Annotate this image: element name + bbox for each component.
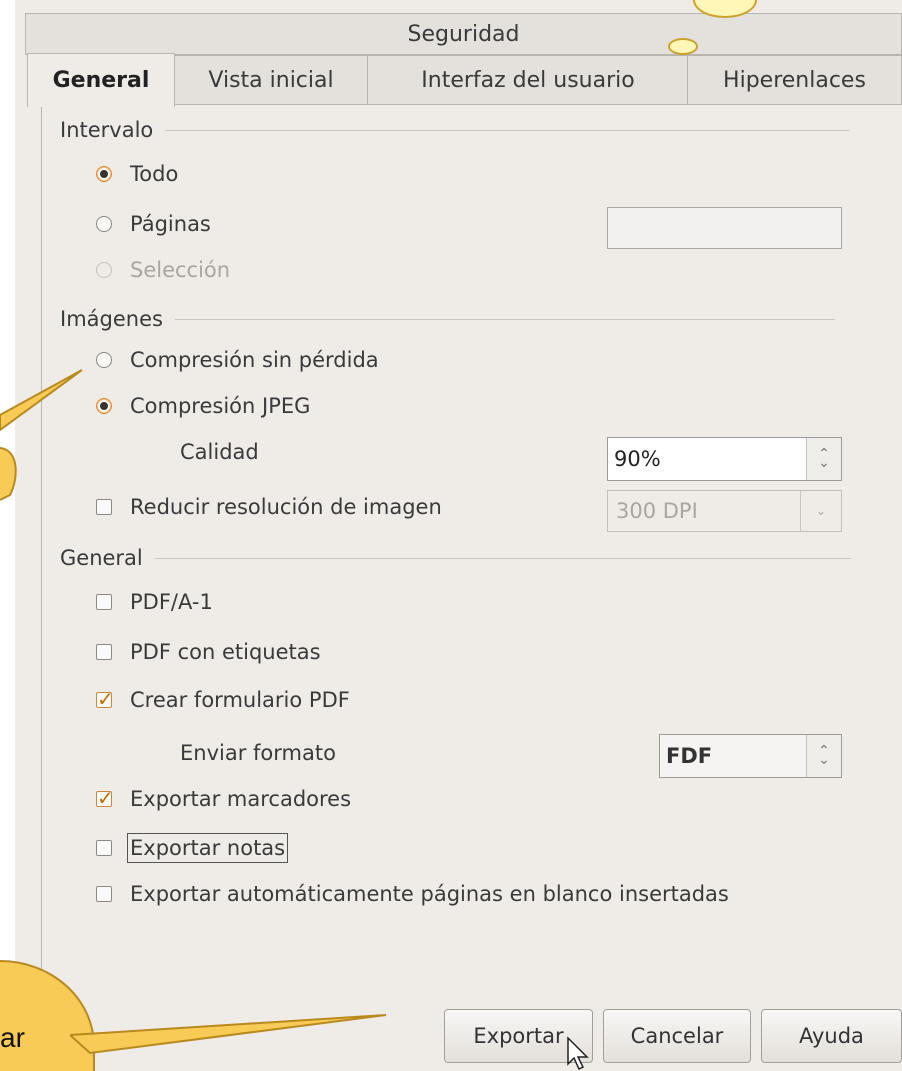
tab-general[interactable]: General xyxy=(27,53,175,107)
ayuda-label: Ayuda xyxy=(799,1024,864,1048)
pdf-options-dialog: Seguridad General Vista inicial Interfaz… xyxy=(15,0,902,1071)
tab-seguridad[interactable]: Seguridad xyxy=(25,13,902,55)
callout-jpeg-pointer xyxy=(0,369,83,501)
divider xyxy=(154,557,851,559)
etiquetas-label: PDF con etiquetas xyxy=(130,640,321,664)
radio-seleccion[interactable]: Selección xyxy=(96,258,230,282)
checkbox-off-icon xyxy=(96,644,112,660)
calidad-spinbox[interactable]: 90% ⌃ ⌄ xyxy=(607,437,842,481)
pdfa-label: PDF/A-1 xyxy=(130,590,213,614)
checkbox-pdfa[interactable]: PDF/A-1 xyxy=(96,590,213,614)
checkbox-off-icon xyxy=(96,840,112,856)
calidad-label: Calidad xyxy=(180,440,259,464)
enviar-label-text: Enviar formato xyxy=(180,741,336,765)
enviar-value: FDF xyxy=(666,744,713,768)
checkbox-reducir-resolucion[interactable]: Reducir resolución de imagen xyxy=(96,495,442,519)
ayuda-button[interactable]: Ayuda xyxy=(761,1009,902,1063)
enviar-formato-select[interactable]: FDF ⌃ ⌄ xyxy=(659,734,842,778)
radio-paginas-label: Páginas xyxy=(130,212,211,236)
radio-todo[interactable]: Todo xyxy=(96,162,178,186)
checkbox-crear-formulario[interactable]: Crear formulario PDF xyxy=(96,687,350,712)
radio-paginas[interactable]: Páginas xyxy=(96,212,211,236)
section-general: General xyxy=(60,546,851,570)
checkbox-exportar-marcadores[interactable]: Exportar marcadores xyxy=(96,786,352,811)
radio-off-icon xyxy=(96,262,112,278)
dpi-value: 300 DPI xyxy=(616,499,698,523)
radio-jpeg-label: Compresión JPEG xyxy=(130,394,311,418)
divider xyxy=(174,318,835,320)
checkbox-pdf-etiquetas[interactable]: PDF con etiquetas xyxy=(96,640,321,664)
notas-label: Exportar notas xyxy=(126,833,289,863)
checkbox-exportar-notas[interactable]: Exportar notas xyxy=(96,833,289,863)
radio-on-icon xyxy=(96,166,112,182)
spin-arrows-icon[interactable]: ⌃ ⌄ xyxy=(806,735,841,777)
cancelar-label: Cancelar xyxy=(630,1024,724,1048)
section-imagenes: Imágenes xyxy=(60,307,835,331)
radio-off-icon xyxy=(96,216,112,232)
tab-vista-inicial-label: Vista inicial xyxy=(208,68,334,93)
marcadores-label: Exportar marcadores xyxy=(130,787,352,811)
callout-export-pointer xyxy=(70,1014,387,1055)
radio-compresion-sin-perdida[interactable]: Compresión sin pérdida xyxy=(96,348,379,372)
checkbox-off-icon xyxy=(96,594,112,610)
section-general-title: General xyxy=(60,546,143,570)
tab-general-label: General xyxy=(52,68,150,93)
callout-text: ar xyxy=(0,1022,25,1053)
radio-seleccion-label: Selección xyxy=(130,258,231,282)
mouse-cursor-icon xyxy=(567,1036,589,1071)
exportar-label: Exportar xyxy=(473,1024,564,1048)
section-intervalo-title: Intervalo xyxy=(60,118,154,142)
tab-hiperenlaces[interactable]: Hiperenlaces xyxy=(687,55,902,105)
formulario-label: Crear formulario PDF xyxy=(130,688,350,712)
dpi-select[interactable]: 300 DPI ⌄ xyxy=(607,490,842,532)
spin-arrows-icon[interactable]: ⌃ ⌄ xyxy=(806,438,841,480)
tab-hiperenlaces-label: Hiperenlaces xyxy=(723,68,866,93)
blanco-label: Exportar automáticamente páginas en blan… xyxy=(130,882,729,906)
section-intervalo: Intervalo xyxy=(60,118,850,142)
radio-on-icon xyxy=(96,398,112,414)
thought-bubble-small xyxy=(668,38,698,55)
tab-interfaz-usuario[interactable]: Interfaz del usuario xyxy=(367,55,689,105)
calidad-label-text: Calidad xyxy=(180,440,259,464)
chevron-down-icon: ⌄ xyxy=(800,491,841,531)
checkbox-checked-icon xyxy=(96,786,114,810)
checkbox-off-icon xyxy=(96,499,112,515)
checkbox-checked-icon xyxy=(96,687,114,711)
radio-off-icon xyxy=(96,352,112,368)
calidad-value: 90% xyxy=(614,447,661,471)
checkbox-exportar-paginas-blanco[interactable]: Exportar automáticamente páginas en blan… xyxy=(96,882,729,906)
radio-sin-perdida-label: Compresión sin pérdida xyxy=(130,348,379,372)
cancelar-button[interactable]: Cancelar xyxy=(603,1009,751,1063)
reducir-label: Reducir resolución de imagen xyxy=(130,495,442,519)
radio-todo-label: Todo xyxy=(130,162,179,186)
section-imagenes-title: Imágenes xyxy=(60,307,163,331)
tab-interfaz-label: Interfaz del usuario xyxy=(421,68,635,93)
radio-compresion-jpeg[interactable]: Compresión JPEG xyxy=(96,394,310,418)
divider xyxy=(165,129,850,131)
paginas-input[interactable] xyxy=(607,207,842,249)
enviar-formato-label: Enviar formato xyxy=(180,741,336,765)
tab-seguridad-label: Seguridad xyxy=(407,21,520,47)
tab-vista-inicial[interactable]: Vista inicial xyxy=(173,55,369,105)
checkbox-off-icon xyxy=(96,886,112,902)
